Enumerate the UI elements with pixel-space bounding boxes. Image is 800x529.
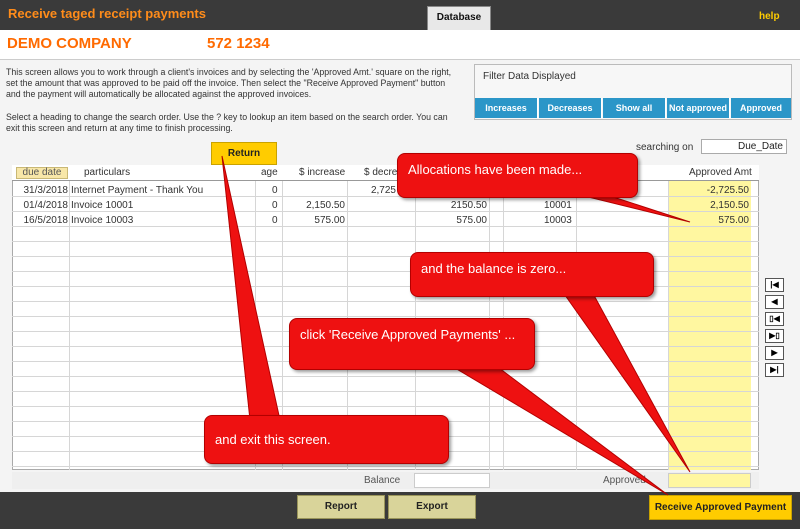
callout-exit-screen: and exit this screen. bbox=[204, 415, 449, 464]
callout-balance-zero: and the balance is zero... bbox=[410, 252, 654, 297]
callout-click-receive: click 'Receive Approved Payments' ... bbox=[289, 318, 535, 370]
callout-allocations: Allocations have been made... bbox=[397, 153, 638, 198]
